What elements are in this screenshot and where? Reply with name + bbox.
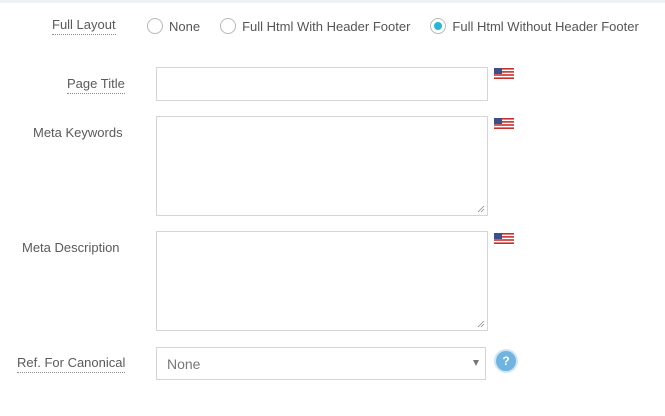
canonical-label: Ref. For Canonical (17, 355, 126, 373)
dropdown-caret-icon (473, 360, 479, 366)
full-layout-radio-group: None Full Html With Header Footer Full H… (147, 16, 639, 36)
radio-option-without-header-footer[interactable]: Full Html Without Header Footer (430, 18, 639, 34)
canonical-selected-value: None (167, 355, 201, 372)
top-border (0, 0, 665, 3)
resize-grip-icon[interactable] (477, 320, 485, 328)
radio-option-none[interactable]: None (147, 18, 200, 34)
us-flag-icon[interactable] (494, 233, 514, 244)
radio-none-label: None (169, 18, 201, 34)
meta-keywords-label: Meta Keywords (33, 125, 123, 140)
radio-with-header-footer-label: Full Html With Header Footer (242, 18, 411, 34)
meta-keywords-textarea[interactable] (156, 116, 488, 216)
us-flag-icon[interactable] (494, 68, 514, 79)
canonical-select[interactable]: None (156, 347, 486, 380)
resize-grip-icon[interactable] (477, 205, 485, 213)
help-icon[interactable]: ? (494, 349, 518, 373)
help-icon-symbol: ? (502, 354, 510, 368)
radio-with-header-footer[interactable] (220, 18, 237, 34)
radio-none[interactable] (147, 18, 163, 34)
page-title-input[interactable] (156, 67, 488, 101)
radio-option-with-header-footer[interactable]: Full Html With Header Footer (220, 18, 410, 34)
radio-without-header-footer[interactable] (430, 18, 447, 34)
us-flag-icon[interactable] (494, 118, 514, 129)
full-layout-label: Full Layout (52, 17, 116, 35)
meta-description-label: Meta Description (22, 240, 120, 255)
radio-without-header-footer-label: Full Html Without Header Footer (452, 18, 639, 34)
page-title-label: Page Title (67, 76, 125, 94)
meta-description-textarea[interactable] (156, 231, 488, 331)
